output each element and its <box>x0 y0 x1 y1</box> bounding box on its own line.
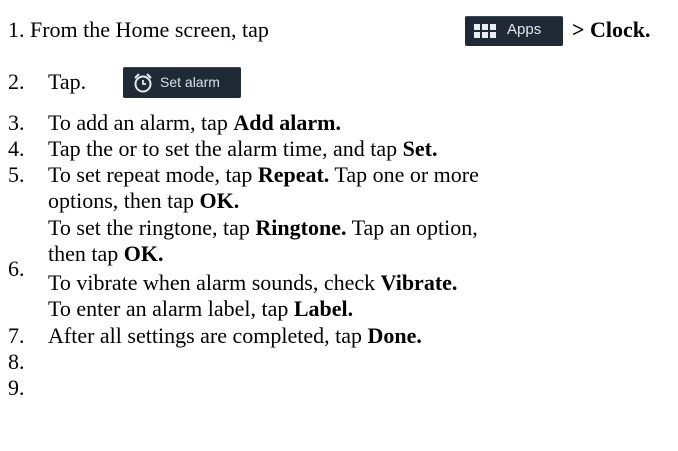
step-6-line-3: To vibrate when alarm sounds, check Vibr… <box>48 270 457 296</box>
step-5-line-2-bold: OK. <box>199 188 240 213</box>
step-1-clock-label: Clock. <box>590 17 651 42</box>
step-1-clock: > Clock. <box>572 17 651 43</box>
apps-button-label: Apps <box>507 21 542 38</box>
step-4-bold: Set. <box>402 136 438 161</box>
step-2-text: Tap. <box>48 69 87 94</box>
step-4-text: Tap the or to set the alarm time, and ta… <box>48 136 437 162</box>
step-5-line-1: To set repeat mode, tap Repeat. Tap one … <box>48 162 479 188</box>
step-6-line-4: To enter an alarm label, tap Label. <box>48 296 353 322</box>
step-6-line-3-bold: Vibrate. <box>380 270 458 295</box>
set-alarm-button[interactable]: Set alarm <box>123 67 241 98</box>
step-6-line-1-tail: Tap an option, <box>346 215 478 240</box>
alarm-clock-icon <box>134 73 152 93</box>
step-5-line-2: options, then tap OK. <box>48 188 239 214</box>
step-9-number: 9. <box>8 375 25 400</box>
step-1-intro: 1. From the Home screen, tap <box>8 17 269 42</box>
apps-button[interactable]: Apps <box>465 16 563 46</box>
step-7-text: After all settings are completed, tap Do… <box>48 323 422 349</box>
step-6-line-2: then tap OK. <box>48 241 164 267</box>
step-6-line-1: To set the ringtone, tap Ringtone. Tap a… <box>48 215 478 241</box>
step-6-line-1-bold: Ringtone. <box>255 215 347 240</box>
apps-grid-icon <box>474 24 498 38</box>
step-6-line-4-bold: Label. <box>293 296 354 321</box>
step-1-text: 1. From the Home screen, tap <box>8 17 269 43</box>
step-5-line-1-bold: Repeat. <box>257 162 330 187</box>
step-6-line-4-plain: To enter an alarm label, tap <box>48 296 294 321</box>
step-7-bold: Done. <box>367 323 422 348</box>
step-6-line-2-plain: then tap <box>48 241 124 266</box>
step-3-plain: To add an alarm, tap <box>48 110 234 135</box>
step-6-line-2-bold: OK. <box>123 241 164 266</box>
step-3-bold: Add alarm. <box>233 110 341 135</box>
step-8-number: 8. <box>8 349 25 374</box>
step-1-arrow: > <box>572 17 591 42</box>
step-6-line-1-plain: To set the ringtone, tap <box>48 215 256 240</box>
step-5-line-2-plain: options, then tap <box>48 188 200 213</box>
step-5-line-1-plain: To set repeat mode, tap <box>48 162 258 187</box>
step-6-line-3-plain: To vibrate when alarm sounds, check <box>48 270 381 295</box>
step-7-number: 7. <box>8 323 25 348</box>
step-2-number: 2. <box>8 69 25 94</box>
step-5-number: 5. <box>8 162 25 187</box>
set-alarm-label: Set alarm <box>160 74 220 90</box>
step-4-plain: Tap the or to set the alarm time, and ta… <box>48 136 403 161</box>
step-3-text: To add an alarm, tap Add alarm. <box>48 110 341 136</box>
step-5-line-1-tail: Tap one or more <box>329 162 479 187</box>
step-6-number: 6. <box>8 256 25 281</box>
step-7-plain: After all settings are completed, tap <box>48 323 368 348</box>
step-4-number: 4. <box>8 136 25 161</box>
step-3-number: 3. <box>8 110 25 135</box>
